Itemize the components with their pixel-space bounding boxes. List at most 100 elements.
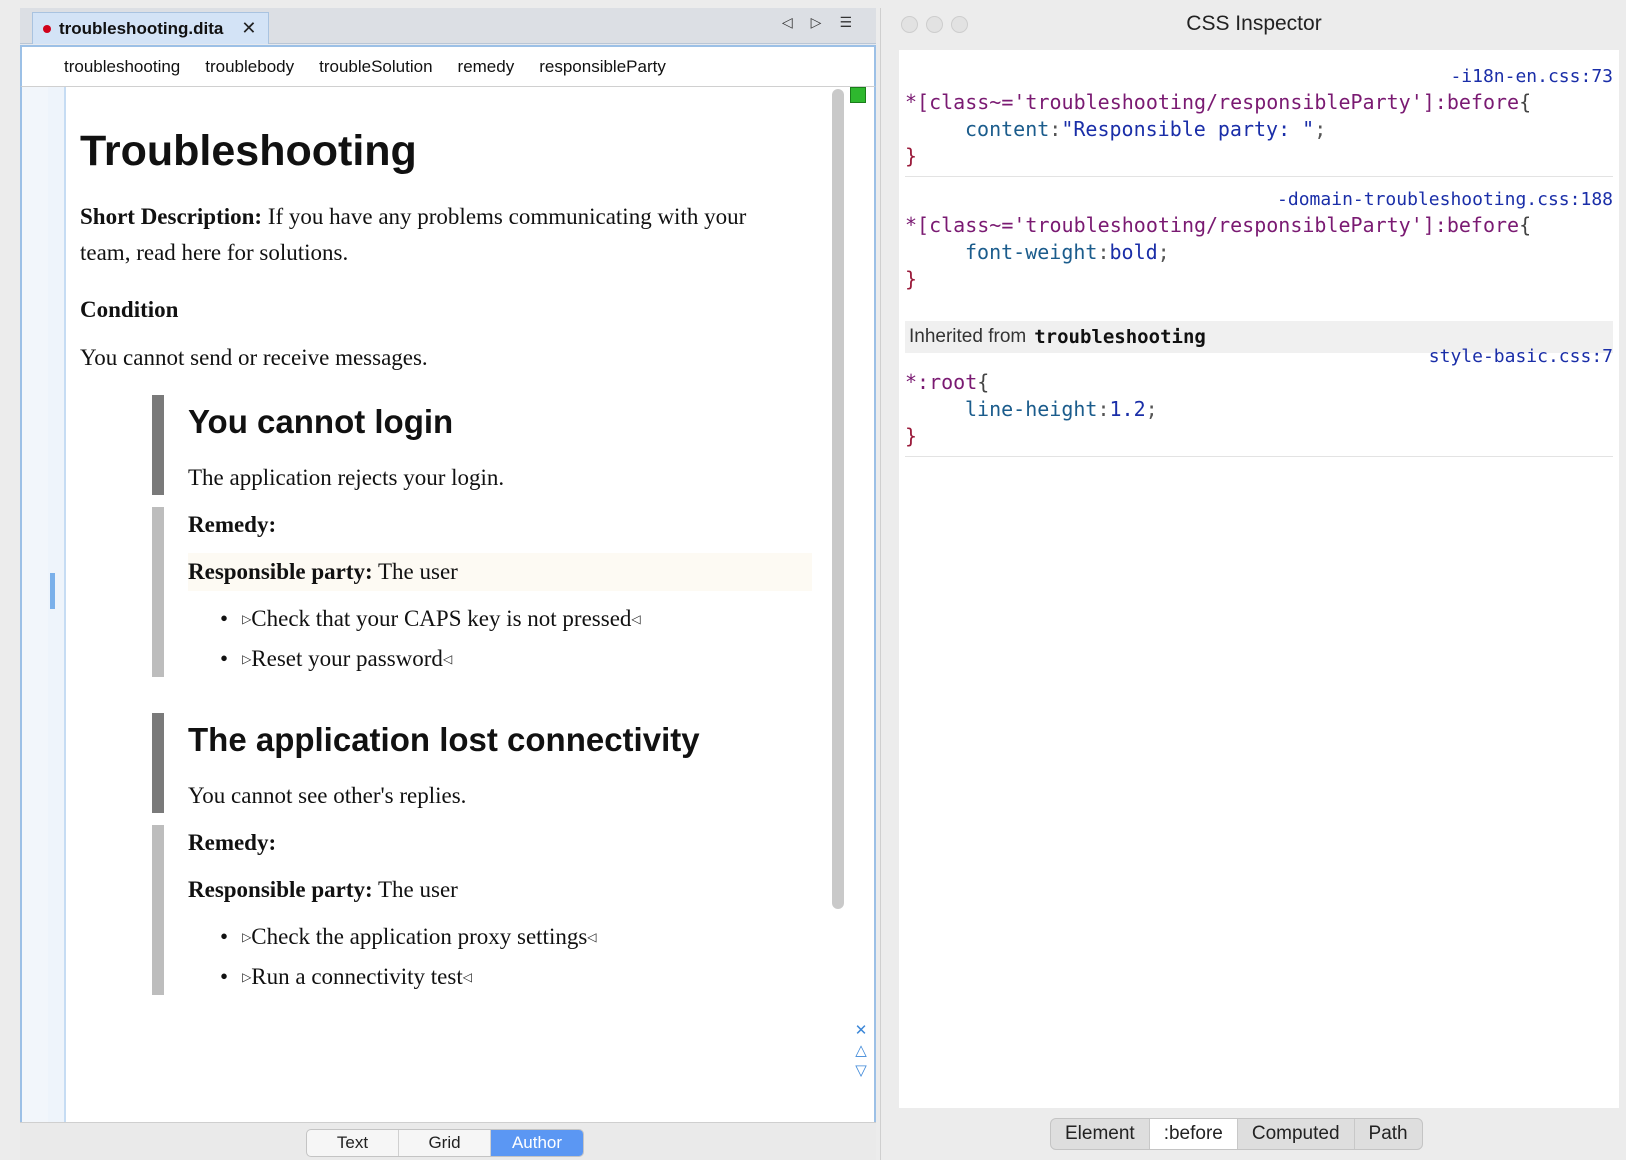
tab-path[interactable]: Path <box>1355 1119 1422 1149</box>
breadcrumb-item[interactable]: troubleshooting <box>64 57 180 77</box>
css-selector-text: *[class~='troubleshooting/responsiblePar… <box>905 90 1520 114</box>
inspector-tabs: Element :before Computed Path <box>1050 1118 1423 1150</box>
css-source-link[interactable]: style-basic.css:7 <box>1429 346 1613 367</box>
css-property: font-weight <box>965 240 1098 264</box>
responsible-party[interactable]: Responsible party: The user <box>188 877 458 903</box>
css-selector: *[class~='troubleshooting/responsiblePar… <box>905 90 1531 114</box>
list-item[interactable]: • ▷ Run a connectivity test ◁ <box>220 964 472 990</box>
gutter <box>22 87 48 1122</box>
css-declaration[interactable]: font-weight:bold; <box>965 240 1170 264</box>
css-selector: *:root{ <box>905 370 989 394</box>
remedy-bar <box>152 825 164 995</box>
breadcrumb-item[interactable]: responsibleParty <box>539 57 666 77</box>
responsible-party-label: Responsible party: <box>188 559 373 584</box>
responsible-party-value: The user <box>372 559 458 584</box>
remedy-label: Remedy: <box>188 512 277 537</box>
list-item[interactable]: • ▷ Reset your password ◁ <box>220 646 452 672</box>
css-rule: -domain-troubleshooting.css:188 *[class~… <box>905 189 1613 293</box>
css-source-link[interactable]: -i18n-en.css:73 <box>1450 66 1613 87</box>
css-rule: style-basic.css:7 *:root{ line-height:1.… <box>905 346 1613 450</box>
colon: : <box>1097 397 1110 421</box>
author-view[interactable]: Troubleshooting Short Description: If yo… <box>20 87 876 1122</box>
close-tab-icon[interactable]: ✕ <box>241 18 256 39</box>
tab-element[interactable]: Element <box>1051 1119 1150 1149</box>
cause-title: The application lost connectivity <box>188 721 700 758</box>
css-value: bold <box>1109 240 1158 264</box>
tag-end-icon: ◁ <box>631 612 641 626</box>
close-brace: } <box>905 144 918 168</box>
rule-divider <box>905 176 1613 177</box>
step-text: Run a connectivity test <box>251 964 463 989</box>
step-text: Check the application proxy settings <box>251 924 588 949</box>
tab-before[interactable]: :before <box>1149 1119 1238 1149</box>
modified-indicator <box>43 24 51 33</box>
tab-list-icon[interactable]: ☰ <box>839 14 852 31</box>
editor-pane: troubleshooting.dita ✕ ◁ ▷ ☰ troubleshoo… <box>20 8 876 1160</box>
bullet: • <box>220 964 229 989</box>
bullet: • <box>220 606 229 631</box>
close-find-icon[interactable]: ✕ <box>855 1022 868 1040</box>
colon: : <box>1097 240 1110 264</box>
previous-tab-icon[interactable]: ◁ <box>782 14 793 31</box>
step-text: Check that your CAPS key is not pressed <box>251 606 632 631</box>
breadcrumb-item[interactable]: troublebody <box>205 57 294 77</box>
next-tab-icon[interactable]: ▷ <box>811 14 822 31</box>
colon: : <box>1049 117 1062 141</box>
mode-text-button[interactable]: Text <box>307 1130 399 1156</box>
tab-navigation: ◁ ▷ ☰ <box>782 14 852 31</box>
css-declaration[interactable]: line-height:1.2; <box>965 397 1158 421</box>
close-brace: } <box>905 267 918 291</box>
responsible-party-label: Responsible party: <box>188 877 373 902</box>
short-description: Short Description: If you have any probl… <box>80 199 800 271</box>
css-rules-list[interactable]: -i18n-en.css:73 *[class~='troubleshootin… <box>899 50 1619 1108</box>
css-source-link[interactable]: -domain-troubleshooting.css:188 <box>1277 189 1613 210</box>
breadcrumb-item[interactable]: troubleSolution <box>319 57 432 77</box>
cause-title: You cannot login <box>188 403 454 440</box>
open-brace: { <box>977 370 990 394</box>
mode-grid-button[interactable]: Grid <box>399 1130 491 1156</box>
css-rule: -i18n-en.css:73 *[class~='troubleshootin… <box>905 66 1613 170</box>
open-brace: { <box>1519 90 1532 114</box>
semicolon: ; <box>1314 117 1327 141</box>
scrollbar-thumb[interactable] <box>832 89 844 909</box>
find-navigation: ✕ △ ▽ <box>850 1022 872 1080</box>
short-description-label: Short Description: <box>80 204 263 229</box>
cause-bar <box>152 713 164 813</box>
bullet: • <box>220 924 229 949</box>
condition-text: You cannot send or receive messages. <box>80 345 428 370</box>
inspector-title: CSS Inspector <box>1186 12 1322 35</box>
editing-mode-switch: Text Grid Author <box>306 1129 584 1157</box>
semicolon: ; <box>1145 397 1158 421</box>
tag-end-icon: ◁ <box>587 930 597 944</box>
document-title: Troubleshooting <box>80 127 417 175</box>
remedy-bar <box>152 507 164 677</box>
next-match-icon[interactable]: ▽ <box>855 1062 867 1080</box>
validation-status-icon[interactable] <box>850 87 866 103</box>
css-declaration[interactable]: content:"Responsible party: "; <box>965 117 1326 141</box>
css-selector-text: *[class~='troubleshooting/responsiblePar… <box>905 213 1520 237</box>
inherited-element: troubleshooting <box>1034 326 1206 348</box>
editing-mode-bar: Text Grid Author <box>20 1122 876 1160</box>
previous-match-icon[interactable]: △ <box>855 1042 867 1060</box>
tag-end-icon: ◁ <box>442 652 453 666</box>
close-brace: } <box>905 424 918 448</box>
css-selector-text: *:root <box>905 370 978 394</box>
vertical-scrollbar[interactable] <box>828 87 850 1122</box>
editor-tab-strip: troubleshooting.dita ✕ ◁ ▷ ☰ <box>20 8 876 44</box>
responsible-party-value: The user <box>372 877 458 902</box>
list-item[interactable]: • ▷ Check the application proxy settings… <box>220 924 597 950</box>
tag-start-icon: ▷ <box>242 930 252 944</box>
mode-author-button[interactable]: Author <box>491 1130 583 1156</box>
cause-text: The application rejects your login. <box>188 465 505 490</box>
responsible-party[interactable]: Responsible party: The user <box>188 553 812 591</box>
css-value: "Responsible party: " <box>1061 117 1315 141</box>
semicolon: ; <box>1157 240 1170 264</box>
trouble-solution: You cannot login The application rejects… <box>152 395 812 685</box>
tab-computed[interactable]: Computed <box>1238 1119 1355 1149</box>
document-content[interactable]: Troubleshooting Short Description: If yo… <box>80 87 820 1122</box>
breadcrumb-item[interactable]: remedy <box>458 57 515 77</box>
list-item[interactable]: • ▷ Check that your CAPS key is not pres… <box>220 606 641 632</box>
document-tab[interactable]: troubleshooting.dita ✕ <box>32 12 270 44</box>
rule-divider <box>905 456 1613 457</box>
trouble-solution: The application lost connectivity You ca… <box>152 713 812 1003</box>
